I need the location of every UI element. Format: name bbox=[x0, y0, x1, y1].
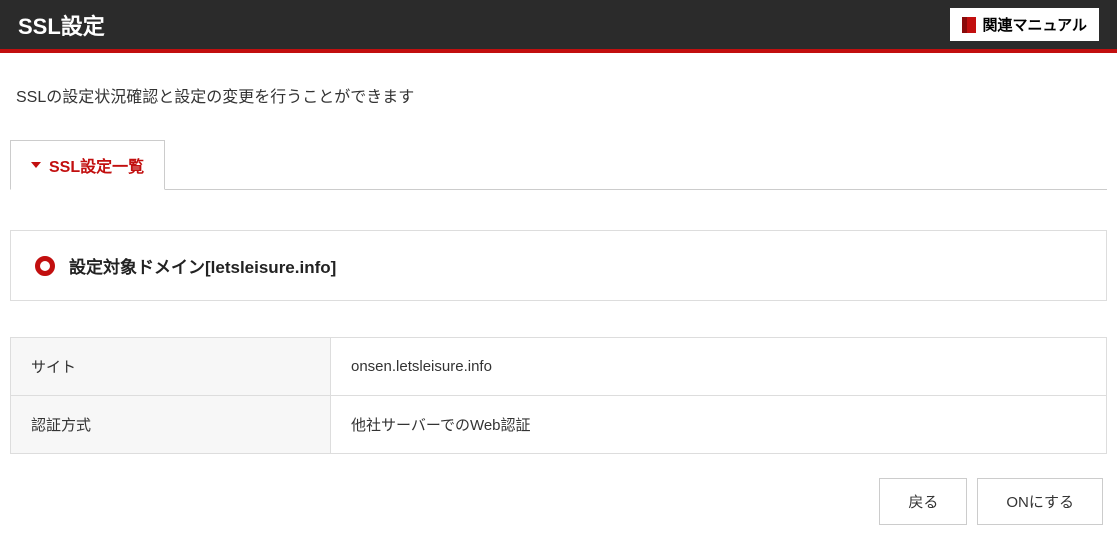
manual-button-label: 関連マニュアル bbox=[982, 14, 1087, 35]
page-header: SSL設定 関連マニュアル bbox=[0, 0, 1117, 53]
table-row: サイト onsen.letsleisure.info bbox=[11, 338, 1107, 396]
tab-label: SSL設定一覧 bbox=[49, 153, 144, 177]
row-value-auth: 他社サーバーでのWeb認証 bbox=[331, 396, 1107, 454]
manual-button[interactable]: 関連マニュアル bbox=[950, 8, 1099, 41]
tab-ssl-list[interactable]: SSL設定一覧 bbox=[10, 140, 165, 190]
back-button[interactable]: 戻る bbox=[879, 478, 967, 525]
page-title: SSL設定 bbox=[18, 9, 105, 41]
book-icon bbox=[962, 17, 976, 33]
chevron-down-icon bbox=[31, 162, 41, 168]
domain-title: 設定対象ドメイン[letsleisure.info] bbox=[69, 253, 336, 278]
enable-button[interactable]: ONにする bbox=[977, 478, 1103, 525]
page-description: SSLの設定状況確認と設定の変更を行うことができます bbox=[16, 83, 1101, 107]
content-area: SSLの設定状況確認と設定の変更を行うことができます SSL設定一覧 設定対象ド… bbox=[0, 83, 1117, 525]
ssl-info-table: サイト onsen.letsleisure.info 認証方式 他社サーバーでの… bbox=[10, 337, 1107, 454]
circle-icon bbox=[35, 256, 55, 276]
row-label-site: サイト bbox=[11, 338, 331, 396]
button-row: 戻る ONにする bbox=[10, 478, 1107, 525]
table-row: 認証方式 他社サーバーでのWeb認証 bbox=[11, 396, 1107, 454]
row-label-auth: 認証方式 bbox=[11, 396, 331, 454]
domain-panel: 設定対象ドメイン[letsleisure.info] bbox=[10, 230, 1107, 301]
row-value-site: onsen.letsleisure.info bbox=[331, 338, 1107, 396]
tab-strip: SSL設定一覧 bbox=[10, 139, 1107, 190]
